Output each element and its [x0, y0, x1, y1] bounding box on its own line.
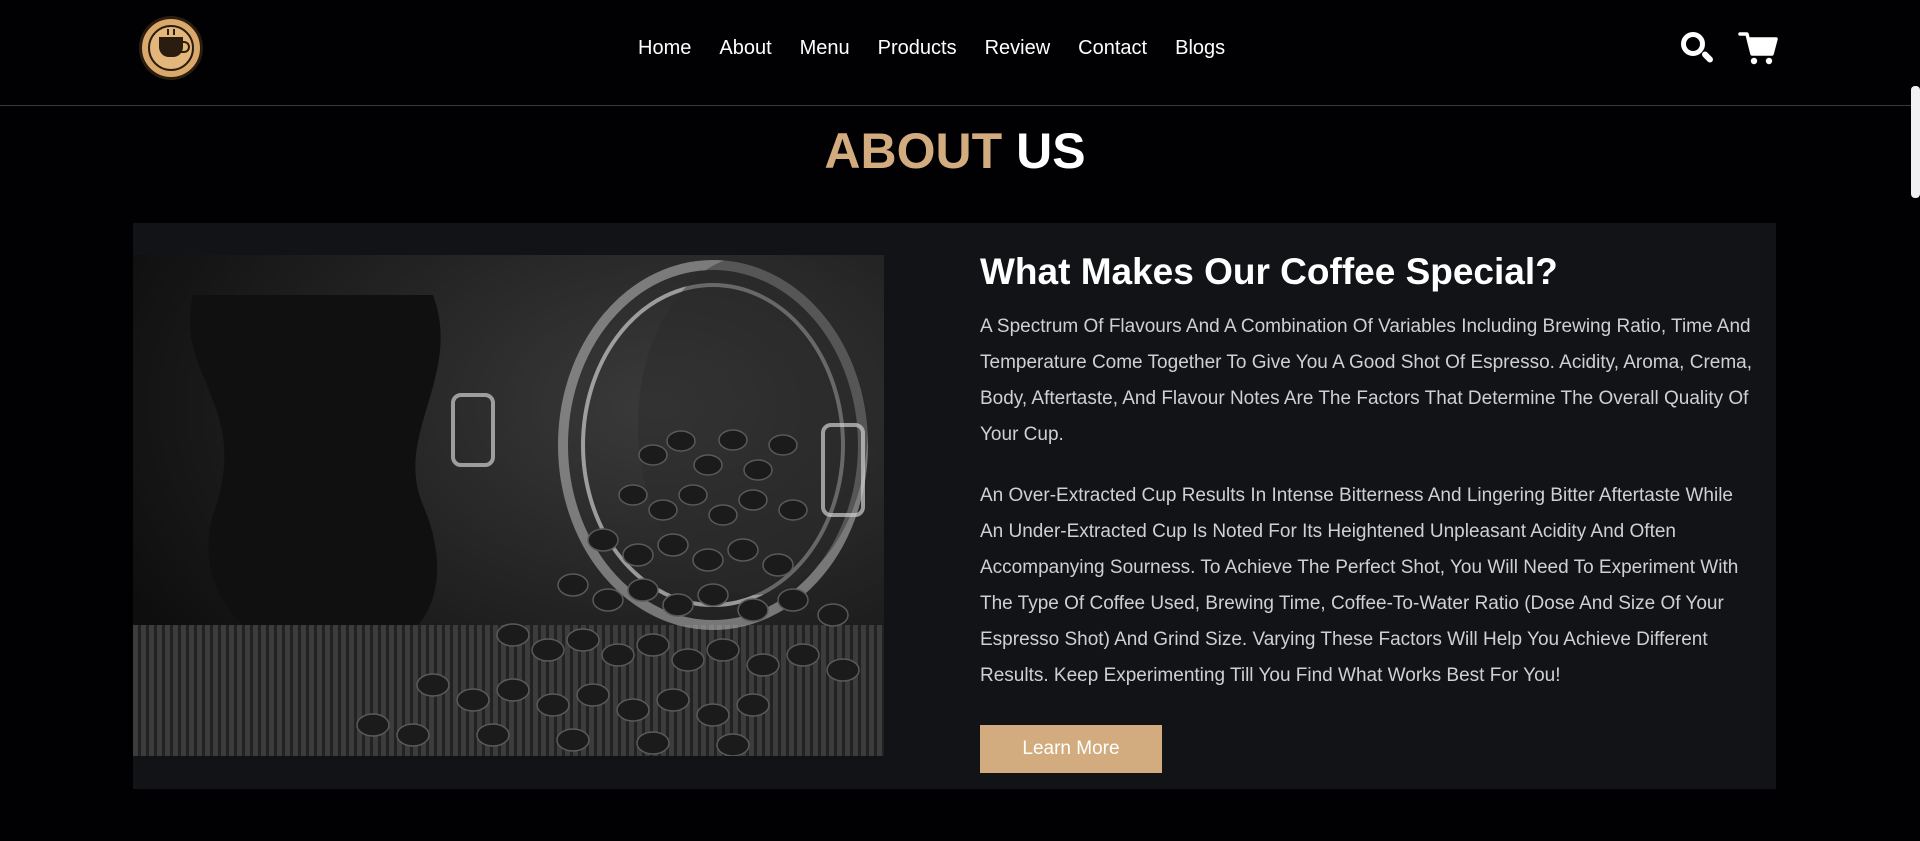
about-heading: What Makes Our Coffee Special?: [980, 251, 1558, 292]
coffee-shop-logo[interactable]: [139, 16, 203, 80]
search-icon[interactable]: [1677, 28, 1717, 68]
site-header: Home About Menu Products Review Contact …: [0, 0, 1920, 106]
about-content: What Makes Our Coffee Special? A Spectru…: [980, 249, 1755, 773]
main-nav: Home About Menu Products Review Contact …: [638, 36, 1225, 60]
coffee-beans-illustration: [133, 255, 884, 756]
section-title-accent: ABOUT: [824, 123, 1003, 179]
logo-steam: [167, 29, 175, 35]
section-title-rest: US: [1016, 123, 1086, 179]
about-paragraph-1: A Spectrum Of Flavours And A Combination…: [980, 316, 1753, 445]
coffee-cup-icon: [159, 37, 190, 57]
nav-about[interactable]: About: [719, 36, 771, 60]
nav-home[interactable]: Home: [638, 36, 691, 60]
nav-blogs[interactable]: Blogs: [1175, 36, 1225, 60]
section-title: ABOUT US: [0, 124, 1910, 178]
search-handle: [1700, 50, 1715, 64]
learn-more-button[interactable]: Learn More: [980, 725, 1162, 773]
cart-svg: [1738, 32, 1778, 65]
about-paragraph-2: An Over-Extracted Cup Results In Intense…: [980, 485, 1739, 686]
nav-review[interactable]: Review: [985, 36, 1051, 60]
cart-icon[interactable]: [1738, 28, 1778, 68]
nav-menu[interactable]: Menu: [800, 36, 850, 60]
coffee-beans-jar-image: [133, 255, 884, 756]
about-section: What Makes Our Coffee Special? A Spectru…: [133, 223, 1776, 789]
nav-contact[interactable]: Contact: [1078, 36, 1147, 60]
page-scrollbar[interactable]: [1911, 86, 1920, 198]
nav-products[interactable]: Products: [878, 36, 957, 60]
